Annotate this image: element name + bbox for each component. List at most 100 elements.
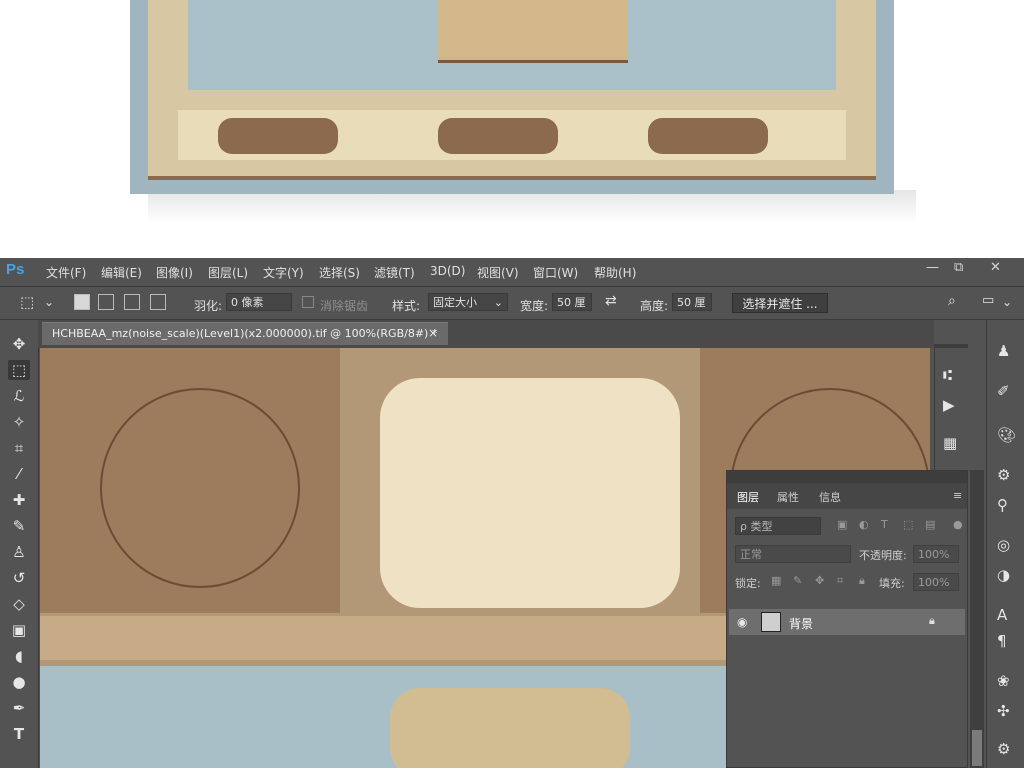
filter-adjustment-icon[interactable]: ◐ xyxy=(859,518,869,531)
layer-filter-row: ρ 类型 ▣ ◐ T ⬚ ▤ ● xyxy=(731,515,963,537)
tab-info[interactable]: 信息 xyxy=(819,489,841,505)
grid-panel-icon[interactable]: ▦ xyxy=(943,434,957,452)
canvas-cream-medallion xyxy=(380,378,680,608)
scrollbar-thumb[interactable] xyxy=(972,730,982,766)
menu-file[interactable]: 文件(F) xyxy=(46,264,86,281)
blur-tool-icon[interactable]: ◖ xyxy=(8,646,30,666)
marquee-preset-icon[interactable]: ⬚ xyxy=(20,293,34,311)
filter-shape-icon[interactable]: ⬚ xyxy=(903,518,913,531)
blend-row: 正常 不透明度: 100% xyxy=(731,543,963,565)
feather-label: 羽化: xyxy=(194,299,223,313)
photoshop-window: Ps 文件(F) 编辑(E) 图像(I) 图层(L) 文字(Y) 选择(S) 滤… xyxy=(0,258,1024,768)
layers-panel: 图层 属性 信息 ≡ ρ 类型 ▣ ◐ T ⬚ ▤ ● 正常 不透明度: 100… xyxy=(726,470,968,768)
rug-shadow xyxy=(148,190,916,224)
chevron-down-icon: ⌄ xyxy=(493,296,503,309)
close-tab-icon[interactable]: × xyxy=(428,326,438,340)
rug-cartouche xyxy=(648,118,768,154)
filter-type-icon[interactable]: T xyxy=(881,518,888,531)
color-swatch-icon[interactable]: ♟ xyxy=(997,342,1010,360)
pen-tool-icon[interactable]: ✒ xyxy=(8,698,30,718)
brush-tool-icon[interactable]: ✎ xyxy=(8,516,30,536)
right-panel-dock: ♟ ✐ 🎨︎ ⚙ ⚲ ◎ ◑ A ¶ ❀ ✣ ⚙ xyxy=(986,320,1024,768)
eraser-tool-icon[interactable]: ◇ xyxy=(8,594,30,614)
fill-input[interactable]: 100% xyxy=(913,573,959,591)
paragraph-icon[interactable]: ¶ xyxy=(997,632,1007,650)
filter-smart-icon[interactable]: ▤ xyxy=(925,518,935,531)
swap-icon[interactable]: ⇄ xyxy=(605,293,617,309)
menu-filter[interactable]: 滤镜(T) xyxy=(374,264,415,281)
brush-settings-icon[interactable]: ✐ xyxy=(997,382,1010,400)
new-selection-icon[interactable] xyxy=(74,294,90,310)
lock-move-icon[interactable]: ✥ xyxy=(815,574,824,587)
menu-help[interactable]: 帮助(H) xyxy=(594,264,636,281)
workspace-icon[interactable]: ▭ xyxy=(982,293,994,308)
magic-wand-tool-icon[interactable]: ✧ xyxy=(8,412,30,432)
layer-name: 背景 xyxy=(789,617,814,631)
lock-all-icon[interactable]: 🔒︎ xyxy=(859,574,865,588)
healing-brush-tool-icon[interactable]: ✚ xyxy=(8,490,30,510)
intersect-selection-icon[interactable] xyxy=(150,294,166,310)
menu-3d[interactable]: 3D(D) xyxy=(430,264,465,278)
restore-icon[interactable]: ⧉ xyxy=(954,260,963,275)
lock-artboard-icon[interactable]: ⌗ xyxy=(837,574,843,588)
select-and-mask-button[interactable]: 选择并遮住 ... xyxy=(732,293,828,313)
opacity-input[interactable]: 100% xyxy=(913,545,959,563)
canvas-lower-medallion xyxy=(390,688,630,768)
blend-mode-select[interactable]: 正常 xyxy=(735,545,851,563)
lasso-tool-icon[interactable]: ℒ xyxy=(8,386,30,406)
tab-properties[interactable]: 属性 xyxy=(777,489,799,505)
paths-icon[interactable]: ✣ xyxy=(997,702,1010,720)
menu-window[interactable]: 窗口(W) xyxy=(533,264,578,281)
menu-layer[interactable]: 图层(L) xyxy=(208,264,248,281)
filter-toggle-icon[interactable]: ● xyxy=(953,518,963,531)
menu-edit[interactable]: 编辑(E) xyxy=(101,264,142,281)
close-window-icon[interactable]: ✕ xyxy=(990,260,1001,275)
height-input[interactable]: 50 厘米 xyxy=(672,293,712,311)
history-brush-tool-icon[interactable]: ↺ xyxy=(8,568,30,588)
minimize-icon[interactable]: — xyxy=(926,260,939,275)
lock-transparent-icon[interactable]: ▦ xyxy=(771,574,781,587)
style-select[interactable]: 固定大小 ⌄ xyxy=(428,293,508,311)
layer-row-background[interactable]: ◉ 背景 🔒︎ xyxy=(729,609,965,635)
dodge-tool-icon[interactable]: ● xyxy=(8,672,30,692)
menu-type[interactable]: 文字(Y) xyxy=(263,264,304,281)
search-icon[interactable]: ⌕ xyxy=(948,293,956,309)
antialias-checkbox[interactable] xyxy=(302,296,314,308)
adjustments-icon[interactable]: ⚙ xyxy=(997,466,1010,484)
gradient-tool-icon[interactable]: ▣ xyxy=(8,620,30,640)
add-selection-icon[interactable] xyxy=(98,294,114,310)
visibility-eye-icon[interactable]: ◉ xyxy=(737,615,747,629)
subtract-selection-icon[interactable] xyxy=(124,294,140,310)
menu-image[interactable]: 图像(I) xyxy=(156,264,193,281)
lock-paint-icon[interactable]: ✎ xyxy=(793,574,802,587)
tab-layers[interactable]: 图层 xyxy=(737,489,759,505)
layer-comps-icon[interactable]: ❀ xyxy=(997,672,1010,690)
styles-icon[interactable]: ◑ xyxy=(997,566,1010,584)
panel-menu-icon[interactable]: ≡ xyxy=(953,489,962,502)
palette-icon[interactable]: 🎨︎ xyxy=(997,426,1016,444)
fill-label: 填充: xyxy=(879,577,905,590)
menu-view[interactable]: 视图(V) xyxy=(477,264,519,281)
width-input[interactable]: 50 厘米 xyxy=(552,293,592,311)
channels-icon[interactable]: ◎ xyxy=(997,536,1010,554)
eyedropper-tool-icon[interactable]: ⁄ xyxy=(8,464,30,484)
layer-filter-select[interactable]: ρ 类型 xyxy=(735,517,821,535)
layers-scrollbar[interactable] xyxy=(970,470,984,768)
feather-input[interactable]: 0 像素 xyxy=(226,293,292,311)
chevron-down-icon[interactable]: ⌄ xyxy=(1002,295,1012,309)
document-tab[interactable]: HCHBEAA_mz(noise_scale)(Level1)(x2.00000… xyxy=(42,322,448,345)
type-tool-icon[interactable]: T xyxy=(8,724,30,744)
history-panel-icon[interactable]: ⑆ xyxy=(943,366,952,384)
move-tool-icon[interactable]: ✥ xyxy=(8,334,30,354)
toolbox: ✥ ⬚ ℒ ✧ ⌗ ⁄ ✚ ✎ ♙ ↺ ◇ ▣ ◖ ● ✒ T xyxy=(0,320,39,768)
clone-stamp-tool-icon[interactable]: ♙ xyxy=(8,542,30,562)
libraries-icon[interactable]: ⚲ xyxy=(997,496,1008,514)
actions-play-icon[interactable]: ▶ xyxy=(943,396,955,414)
chevron-down-icon[interactable]: ⌄ xyxy=(44,295,54,309)
filter-pixel-icon[interactable]: ▣ xyxy=(837,518,847,531)
extra-panel-icon[interactable]: ⚙ xyxy=(997,740,1010,758)
menu-select[interactable]: 选择(S) xyxy=(319,264,360,281)
crop-tool-icon[interactable]: ⌗ xyxy=(8,438,30,458)
marquee-tool-icon[interactable]: ⬚ xyxy=(8,360,30,380)
character-icon[interactable]: A xyxy=(997,606,1007,624)
